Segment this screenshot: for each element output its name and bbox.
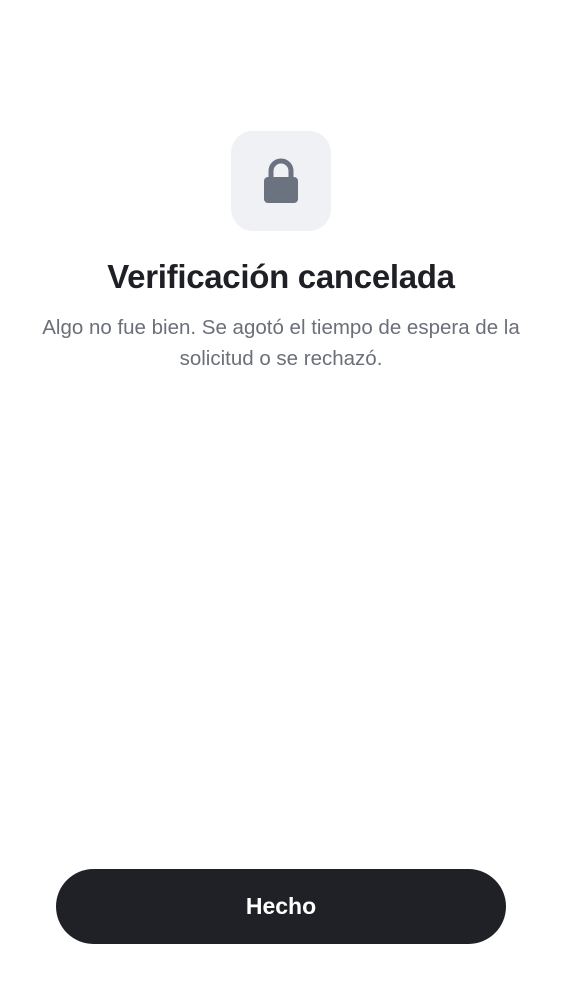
done-button[interactable]: Hecho: [56, 869, 506, 944]
page-title: Verificación cancelada: [107, 258, 455, 295]
status-message: Algo no fue bien. Se agotó el tiempo de …: [42, 316, 520, 370]
lock-icon-tile: [231, 131, 331, 231]
lock-icon: [264, 158, 298, 203]
